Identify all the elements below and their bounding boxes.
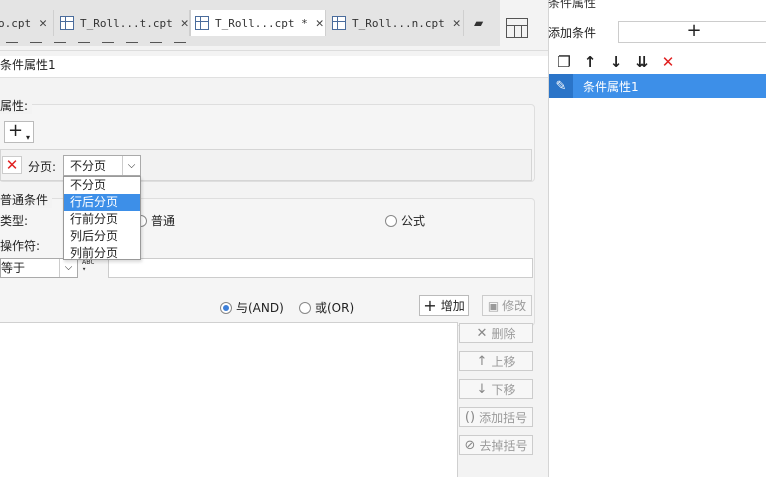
normal-condition-label: 普通条件 <box>0 191 53 208</box>
radio-circle[interactable] <box>299 301 311 314</box>
type-normal-label: 普通 <box>151 214 176 228</box>
close-icon[interactable]: ✕ <box>39 16 47 31</box>
page-break-value: 不分页 <box>70 159 107 173</box>
tab-1[interactable]: T_Roll...t.cpt ✕ <box>58 10 190 36</box>
copy-icon[interactable]: ❐ <box>556 54 572 70</box>
condition-expression-list[interactable] <box>0 322 458 477</box>
dropdown-option[interactable]: 列后分页 <box>64 228 140 245</box>
panel-toolbar: ❐ ↑ ↓ ⇊ ✕ <box>556 52 676 72</box>
radio-circle[interactable] <box>220 301 232 314</box>
add-parentheses-button[interactable]: () 添加括号 <box>459 407 533 427</box>
tab-2-label: T_Roll...cpt * <box>215 16 308 30</box>
delete-button[interactable]: ✕ 删除 <box>459 323 533 343</box>
dropdown-option[interactable]: 行后分页 <box>64 194 140 211</box>
panel-title: 条件属性 <box>548 0 597 10</box>
edit-icon: ▣ <box>487 298 500 313</box>
report-file-icon <box>60 16 74 30</box>
remove-parentheses-button[interactable]: ⊘ 去掉括号 <box>459 435 533 455</box>
and-label: 与(AND) <box>236 301 284 315</box>
report-file-icon <box>332 16 346 30</box>
type-normal-radio[interactable]: 普通 <box>135 212 175 229</box>
move-bottom-icon[interactable]: ⇊ <box>634 54 650 70</box>
parentheses-icon: () <box>464 409 476 425</box>
toolbar-icon[interactable] <box>54 42 66 50</box>
dropdown-option[interactable]: 列前分页 <box>64 245 140 262</box>
move-up-button-label: 上移 <box>491 354 516 369</box>
toolbar-icon[interactable] <box>126 42 138 50</box>
plus-icon: + <box>8 120 24 141</box>
toolbar-icon[interactable] <box>30 42 42 50</box>
arrow-down-icon[interactable]: ↓ <box>608 54 624 70</box>
radio-circle[interactable] <box>385 214 397 227</box>
tab-1-label: T_Roll...t.cpt <box>80 16 173 30</box>
tab-overflow-icon[interactable]: ▰ <box>474 16 483 30</box>
close-icon: ✕ <box>476 325 488 341</box>
page-break-label: 分页: <box>28 160 57 174</box>
value-input[interactable] <box>108 258 533 278</box>
move-down-button[interactable]: ↓ 下移 <box>459 379 533 399</box>
tab-3[interactable]: T_Roll...n.cpt ✕ <box>328 10 464 36</box>
arrow-up-icon[interactable]: ↑ <box>582 54 598 70</box>
tab-0-label: o.cpt <box>0 16 32 30</box>
and-radio[interactable]: 与(AND) <box>220 299 284 316</box>
toolbar-icon[interactable] <box>174 42 186 50</box>
close-icon[interactable]: ✕ <box>316 16 324 31</box>
toolbar-icon[interactable] <box>78 42 90 50</box>
type-label: 类型: <box>0 214 29 228</box>
add-parentheses-label: 添加括号 <box>479 410 528 425</box>
edit-button-label: 修改 <box>502 299 527 313</box>
operator-value: 等于 <box>1 261 26 275</box>
add-property-button[interactable]: + ▾ <box>4 121 34 143</box>
remove-property-button[interactable]: ✕ <box>2 156 22 174</box>
add-button[interactable]: + 增加 <box>419 295 469 316</box>
tab-3-label: T_Roll...n.cpt <box>352 16 445 30</box>
remove-parentheses-icon: ⊘ <box>464 437 476 453</box>
layout-grid-icon[interactable] <box>506 18 528 38</box>
arrow-up-icon: ↑ <box>476 353 488 369</box>
type-formula-label: 公式 <box>401 214 426 228</box>
edit-pencil-icon: ✎ <box>549 74 573 98</box>
type-formula-radio[interactable]: 公式 <box>385 212 425 229</box>
property-group-label: 属性: <box>0 97 33 114</box>
report-file-icon <box>195 16 209 30</box>
list-item-label: 条件属性1 <box>583 79 639 94</box>
close-icon[interactable]: ✕ <box>181 16 189 31</box>
move-up-button[interactable]: ↑ 上移 <box>459 351 533 371</box>
move-down-button-label: 下移 <box>491 382 516 397</box>
edit-button[interactable]: ▣ 修改 <box>482 295 532 316</box>
close-icon[interactable]: ✕ <box>453 16 461 31</box>
arrow-down-icon: ↓ <box>476 381 488 397</box>
chevron-down-icon[interactable]: ⌵ <box>122 156 140 175</box>
delete-icon[interactable]: ✕ <box>660 54 676 70</box>
page-break-dropdown: 不分页 行后分页 行前分页 列后分页 列前分页 <box>63 176 141 260</box>
dialog-title: 条件属性1 <box>0 56 548 78</box>
page-break-select[interactable]: 不分页 ⌵ <box>63 155 141 176</box>
delete-button-label: 删除 <box>491 326 516 341</box>
add-condition-label: 添加条件 <box>548 26 597 40</box>
chevron-down-icon: ▾ <box>25 133 30 142</box>
list-item[interactable]: ✎ 条件属性1 <box>549 74 766 98</box>
or-radio[interactable]: 或(OR) <box>299 299 354 316</box>
add-button-label: 增加 <box>440 299 465 313</box>
add-condition-button[interactable]: + <box>618 21 766 43</box>
toolbar-icon[interactable] <box>150 42 162 50</box>
dropdown-option[interactable]: 不分页 <box>64 177 140 194</box>
toolbar-icon[interactable] <box>6 42 18 50</box>
tab-2[interactable]: T_Roll...cpt * ✕ <box>190 10 326 36</box>
plus-icon: + <box>423 295 437 315</box>
or-label: 或(OR) <box>315 301 355 315</box>
toolbar-icon[interactable] <box>102 42 114 50</box>
dropdown-option[interactable]: 行前分页 <box>64 211 140 228</box>
tab-0[interactable]: o.cpt ✕ <box>0 10 54 36</box>
remove-parentheses-label: 去掉括号 <box>479 438 528 453</box>
operator-label: 操作符: <box>0 239 41 253</box>
